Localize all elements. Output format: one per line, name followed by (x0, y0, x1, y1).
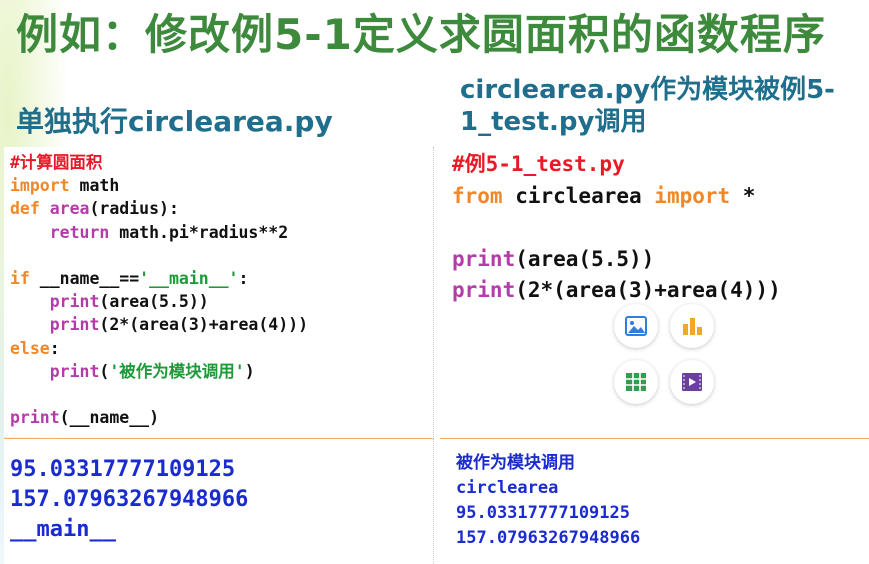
code-keyword: print (49, 361, 100, 381)
code-comment: #例5-1_test.py (452, 152, 625, 176)
code-text: __name__== (29, 268, 140, 288)
right-heading-text1: 作为模块被例5- (650, 75, 835, 105)
code-text: (__name__) (59, 408, 160, 428)
output-line: __main__ (10, 517, 116, 542)
code-keyword: import (10, 176, 70, 196)
code-line: #例5-1_test.py (452, 149, 869, 181)
code-keyword: print (452, 246, 516, 271)
code-line: print(area(5.5)) (10, 290, 433, 313)
code-text: ) (244, 361, 255, 381)
output-line: 157.07963267948966 (456, 528, 641, 548)
output-line: 95.03317777109125 (456, 503, 630, 523)
left-heading: 单独执行circlearea.py (16, 104, 333, 140)
code-keyword: print (49, 292, 100, 312)
code-text: circlearea (502, 183, 655, 208)
code-line: from circlearea import * (452, 181, 869, 213)
code-comment: #计算圆面积 (10, 153, 103, 172)
code-keyword: print (452, 278, 516, 302)
right-heading-file2: 1_test.py (460, 107, 595, 137)
code-keyword: print (10, 408, 60, 428)
output-line: 95.03317777109125 (10, 457, 236, 482)
table-icon[interactable] (614, 360, 658, 404)
code-text: math.pi*radius**2 (109, 222, 289, 242)
code-keyword: else (10, 338, 50, 358)
code-string: '__main__' (139, 268, 239, 288)
left-heading-file: circlearea.py (128, 105, 333, 138)
code-text: ( (99, 361, 110, 381)
code-function-name: area (39, 199, 90, 219)
code-line: def area(radius): (10, 197, 433, 220)
code-keyword: if (10, 268, 30, 288)
code-keyword: def (10, 199, 40, 219)
code-string: '被作为模块调用' (109, 361, 245, 381)
output-line: 157.07963267948966 (10, 487, 249, 512)
code-text: * (730, 183, 756, 208)
left-code-panel: #计算圆面积 import math def area(radius): ret… (4, 147, 434, 437)
right-heading-text2: 调用 (594, 107, 647, 137)
video-icon[interactable] (670, 360, 714, 404)
code-keyword: from (452, 183, 503, 208)
left-heading-prefix: 单独执行 (16, 105, 129, 138)
image-icon[interactable] (614, 304, 658, 348)
code-keyword: import (654, 183, 731, 208)
code-text: : (238, 268, 249, 288)
output-line: circlearea (456, 478, 559, 498)
code-line: print(2*(area(3)+area(4))) (452, 275, 869, 307)
code-line: print(__name__) (10, 406, 433, 429)
code-text: (area(5.5)) (99, 292, 209, 312)
code-line: import math (10, 174, 433, 197)
right-heading-file: circlearea.py (460, 75, 651, 105)
code-line: return math.pi*radius**2 (10, 221, 433, 244)
code-line: if __name__=='__main__': (10, 267, 433, 290)
code-line: #计算圆面积 (10, 151, 433, 174)
code-line: print(area(5.5)) (452, 244, 869, 276)
code-line: else: (10, 337, 433, 360)
code-keyword: return (49, 222, 110, 242)
code-line: print('被作为模块调用') (10, 360, 433, 383)
bar-chart-icon[interactable] (670, 304, 714, 348)
code-text: math (69, 176, 120, 196)
code-text: : (49, 338, 60, 358)
code-line: print(2*(area(3)+area(4))) (10, 313, 433, 336)
code-keyword: print (49, 315, 100, 335)
code-text: (2*(area(3)+area(4))) (515, 278, 781, 302)
slide-title: 例如：修改例5-1定义求圆面积的函数程序 (16, 10, 826, 59)
right-heading: circlearea.py作为模块被例5- 1_test.py调用 (460, 74, 860, 138)
code-text: (area(5.5)) (515, 246, 655, 271)
code-text: (2*(area(3)+area(4))) (99, 315, 309, 335)
code-text: (radius): (89, 199, 179, 219)
output-line: 被作为模块调用 (456, 453, 575, 473)
left-output-panel: 95.03317777109125 157.07963267948966 __m… (4, 438, 434, 564)
right-output-panel: 被作为模块调用 circlearea 95.03317777109125 157… (440, 438, 869, 564)
